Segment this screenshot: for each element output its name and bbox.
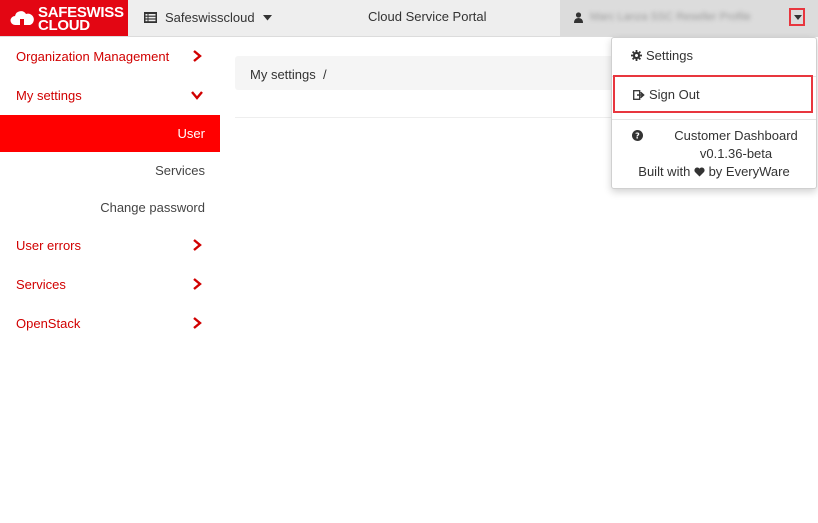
user-menu-toggle-button[interactable] [789, 8, 805, 26]
heart-icon [694, 167, 705, 177]
user-menu[interactable]: Marc Lanza SSC Reseller Profile [560, 0, 818, 36]
sidebar-item-organization-management[interactable]: Organization Management [0, 37, 220, 76]
sidebar-item-label: OpenStack [16, 316, 81, 331]
chevron-right-icon [193, 239, 202, 251]
user-icon [574, 12, 583, 23]
sidebar: Organization Management My settings User… [0, 37, 220, 343]
sidebar-item-services[interactable]: Services [0, 265, 220, 304]
menu-item-settings[interactable]: Settings [612, 47, 816, 69]
user-name: Marc Lanza SSC Reseller Profile [590, 11, 751, 23]
organization-name: Safeswisscloud [165, 10, 255, 25]
sidebar-item-user-errors[interactable]: User errors [0, 226, 220, 265]
sidebar-subitem-services[interactable]: Services [0, 152, 220, 189]
list-icon [144, 12, 157, 23]
sidebar-subitem-label: Change password [100, 200, 205, 215]
sidebar-item-my-settings[interactable]: My settings [0, 76, 220, 115]
logo-text-line2: CLOUD [38, 17, 90, 34]
sidebar-subitem-label: Services [155, 163, 205, 178]
top-bar: SAFESWISS CLOUD Safeswisscloud Cloud Ser… [0, 0, 818, 37]
sidebar-subitem-user[interactable]: User [0, 115, 220, 152]
sidebar-item-label: User errors [16, 238, 82, 253]
sidebar-item-label: Services [16, 277, 66, 292]
user-dropdown-menu: Settings Sign Out ? Customer Dashboard v… [611, 37, 817, 189]
caret-down-icon [794, 15, 802, 20]
organization-selector[interactable]: Safeswisscloud [144, 10, 272, 25]
menu-divider [612, 119, 816, 120]
chevron-right-icon [193, 50, 202, 62]
portal-title: Cloud Service Portal [368, 9, 487, 24]
breadcrumb-text[interactable]: My settings / [250, 67, 327, 82]
built-with-suffix: by EveryWare [708, 164, 790, 179]
built-with-prefix: Built with [638, 164, 691, 179]
gear-icon [631, 50, 642, 61]
chevron-right-icon [193, 278, 202, 290]
sidebar-item-label: Organization Management [16, 49, 170, 64]
menu-item-label: Sign Out [649, 87, 700, 102]
app-info-title: Customer Dashboard [674, 128, 798, 143]
chevron-down-icon [191, 91, 203, 100]
safeswisscloud-logo[interactable]: SAFESWISS CLOUD [0, 0, 128, 36]
built-with-line: Built with by EveryWare [612, 164, 816, 179]
sidebar-subitem-label: User [177, 126, 205, 141]
app-version: v0.1.36-beta [699, 146, 773, 161]
divider [235, 117, 618, 118]
menu-item-sign-out[interactable]: Sign Out [613, 75, 813, 113]
breadcrumb: My settings / [235, 56, 618, 90]
sidebar-subitem-change-password[interactable]: Change password [0, 189, 220, 226]
sign-out-icon [633, 90, 645, 100]
caret-down-icon [262, 14, 272, 20]
menu-item-label: Settings [646, 48, 693, 63]
sidebar-item-label: My settings [16, 88, 82, 103]
chevron-right-icon [193, 317, 202, 329]
cloud-logo-icon [10, 11, 34, 25]
sidebar-item-openstack[interactable]: OpenStack [0, 304, 220, 343]
